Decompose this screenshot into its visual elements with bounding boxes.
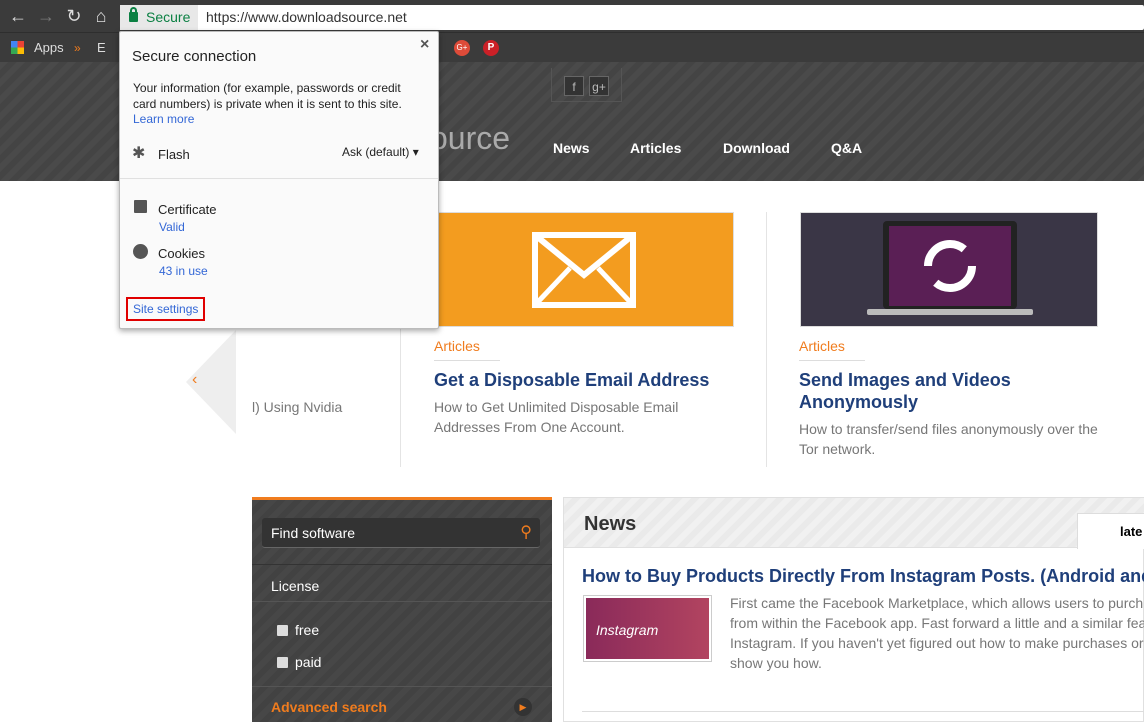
slide-title-partial[interactable]: l) Using Nvidia: [252, 397, 342, 417]
certificate-label[interactable]: Certificate: [158, 202, 217, 217]
software-sidebar: Find software ⚲ License free paid Advance…: [252, 497, 552, 722]
divider: [120, 178, 438, 179]
secure-label: Secure: [146, 9, 191, 25]
nav-qa[interactable]: Q&A: [831, 140, 862, 156]
divider: [252, 686, 552, 687]
flash-permission-select[interactable]: Ask (default) ▾: [342, 145, 419, 159]
divider: [252, 601, 552, 602]
nav-download[interactable]: Download: [723, 140, 790, 156]
apps-icon: [11, 41, 24, 54]
popup-body: Your information (for example, passwords…: [133, 81, 402, 111]
learn-more-link[interactable]: Learn more: [133, 112, 194, 126]
news-article-title[interactable]: How to Buy Products Directly From Instag…: [582, 566, 1144, 587]
facebook-icon[interactable]: f: [564, 76, 584, 96]
desc-line: First came the Facebook Marketplace, whi…: [730, 595, 1144, 611]
forward-button[interactable]: →: [36, 6, 56, 26]
card-image-laptop[interactable]: [800, 212, 1098, 327]
card-category[interactable]: Articles: [799, 338, 865, 361]
paid-label[interactable]: paid: [295, 654, 321, 670]
nav-articles[interactable]: Articles: [630, 140, 681, 156]
flash-label: Flash: [158, 147, 190, 162]
social-links: f g+: [551, 68, 622, 102]
address-bar[interactable]: Secure https://www.downloadsource.net: [120, 5, 1144, 30]
cookie-icon: [133, 244, 148, 259]
google-plus-icon[interactable]: G+: [454, 40, 470, 56]
news-thumbnail[interactable]: Instagram: [583, 595, 712, 662]
certificate-icon: [134, 200, 147, 213]
site-info-popup: × Secure connection Your information (fo…: [119, 31, 439, 329]
desc-line: Instagram. If you haven't yet figured ou…: [730, 635, 1144, 651]
site-logo[interactable]: ource: [430, 120, 510, 157]
tab-latest[interactable]: late: [1077, 513, 1144, 549]
desc-line: from within the Facebook app. Fast forwa…: [730, 615, 1144, 631]
card-image-email[interactable]: [434, 212, 734, 327]
certificate-status-link[interactable]: Valid: [159, 220, 185, 234]
news-article-desc: First came the Facebook Marketplace, whi…: [730, 593, 1144, 673]
url-text[interactable]: https://www.downloadsource.net: [206, 5, 407, 30]
bookmark-icon: »: [74, 41, 81, 55]
site-settings-link[interactable]: Site settings: [126, 297, 206, 321]
search-placeholder: Find software: [271, 525, 356, 541]
advanced-search-link[interactable]: Advanced search: [271, 699, 387, 715]
envelope-icon: [532, 232, 636, 308]
home-button[interactable]: ⌂: [91, 6, 111, 26]
divider: [766, 212, 767, 467]
search-icon[interactable]: ⚲: [520, 518, 532, 548]
puzzle-icon: ✱: [132, 145, 146, 162]
secure-chip[interactable]: Secure: [120, 5, 198, 30]
dropdown-arrow-icon: ▾: [412, 145, 419, 159]
popup-title: Secure connection: [132, 48, 257, 65]
arrow-right-icon[interactable]: ▶: [514, 698, 532, 716]
instagram-thumb: Instagram: [586, 598, 709, 659]
card-category[interactable]: Articles: [434, 338, 500, 361]
reload-button[interactable]: ↻: [64, 6, 84, 26]
cookies-label[interactable]: Cookies: [158, 246, 205, 261]
license-label: License: [271, 578, 320, 594]
bookmark-apps[interactable]: Apps: [34, 40, 64, 55]
news-panel: News late How to Buy Products Directly F…: [563, 497, 1144, 722]
card-title[interactable]: Get a Disposable Email Address: [434, 369, 754, 391]
browser-toolbar: ← → ↻ ⌂ Secure https://www.downloadsourc…: [0, 0, 1144, 32]
divider: [252, 564, 552, 565]
desc-line: show you how.: [730, 655, 822, 671]
paid-checkbox[interactable]: [277, 657, 288, 668]
nav-news[interactable]: News: [553, 140, 590, 156]
card-desc: How to transfer/send files anonymously o…: [799, 421, 1098, 457]
card-title[interactable]: Send Images and Videos Anonymously: [799, 369, 1059, 413]
cookies-count-link[interactable]: 43 in use: [159, 264, 208, 278]
bookmark-e[interactable]: E: [97, 40, 106, 55]
back-button[interactable]: ←: [8, 6, 28, 26]
news-header: News late: [564, 498, 1144, 549]
divider: [582, 711, 1144, 712]
google-plus-icon[interactable]: g+: [589, 76, 609, 96]
flash-value: Ask (default): [342, 145, 410, 159]
free-label[interactable]: free: [295, 622, 319, 638]
card-desc: How to Get Unlimited Disposable Email Ad…: [434, 399, 679, 435]
chevron-left-icon[interactable]: ‹: [192, 371, 197, 389]
laptop-sync-icon: [867, 221, 1033, 315]
find-software-input[interactable]: Find software ⚲: [262, 518, 540, 548]
pinterest-icon[interactable]: P: [483, 40, 499, 56]
news-heading: News: [584, 513, 637, 535]
close-icon[interactable]: ×: [420, 36, 429, 54]
lock-icon: [129, 7, 138, 22]
free-checkbox[interactable]: [277, 625, 288, 636]
